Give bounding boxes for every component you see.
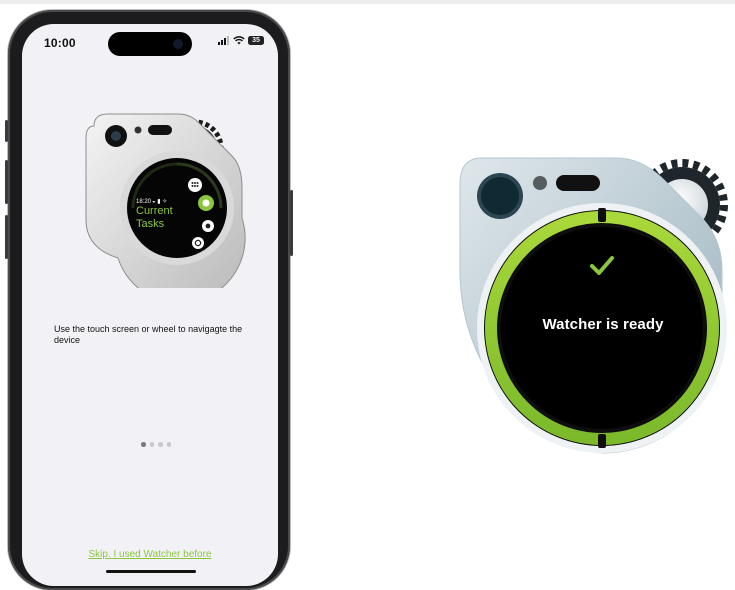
signal-icon	[218, 36, 229, 45]
device-screen-title-2: Tasks	[136, 218, 165, 230]
status-icons: 35	[218, 36, 264, 45]
battery-icon: 35	[248, 36, 264, 45]
page-dot-3[interactable]	[158, 442, 163, 447]
volume-up-button	[5, 160, 8, 204]
skip-onboarding-link[interactable]: Skip. I used Watcher before	[22, 549, 278, 560]
watcher-device-illustration: 18:20 ◒ ▮ ✧ Current Tasks	[72, 108, 252, 304]
mute-switch	[5, 120, 8, 142]
phone-mockup: 10:00 35 18:20 ◒ ▮ ✧ Current Tasks Use t…	[5, 10, 293, 590]
onboarding-instruction: Use the touch screen or wheel to navigag…	[54, 324, 243, 345]
device-screen-title-1: Current	[136, 205, 173, 217]
page-dot-1[interactable]	[141, 442, 146, 447]
wifi-icon	[233, 36, 245, 45]
volume-down-button	[5, 215, 8, 259]
page-dot-4[interactable]	[166, 442, 171, 447]
watcher-device	[452, 150, 732, 470]
page-dot-2[interactable]	[149, 442, 154, 447]
dynamic-island	[108, 32, 192, 56]
power-button	[290, 190, 293, 256]
top-divider	[0, 0, 735, 4]
svg-text:◒ ▮ ✧: ◒ ▮ ✧	[152, 198, 167, 205]
status-time: 10:00	[44, 36, 76, 50]
page-indicator	[141, 442, 171, 447]
home-indicator[interactable]	[106, 570, 196, 573]
settings-icon	[192, 237, 204, 249]
phone-screen: 10:00 35 18:20 ◒ ▮ ✧ Current Tasks Use t…	[22, 24, 278, 586]
device-status-text: Watcher is ready	[542, 316, 664, 333]
